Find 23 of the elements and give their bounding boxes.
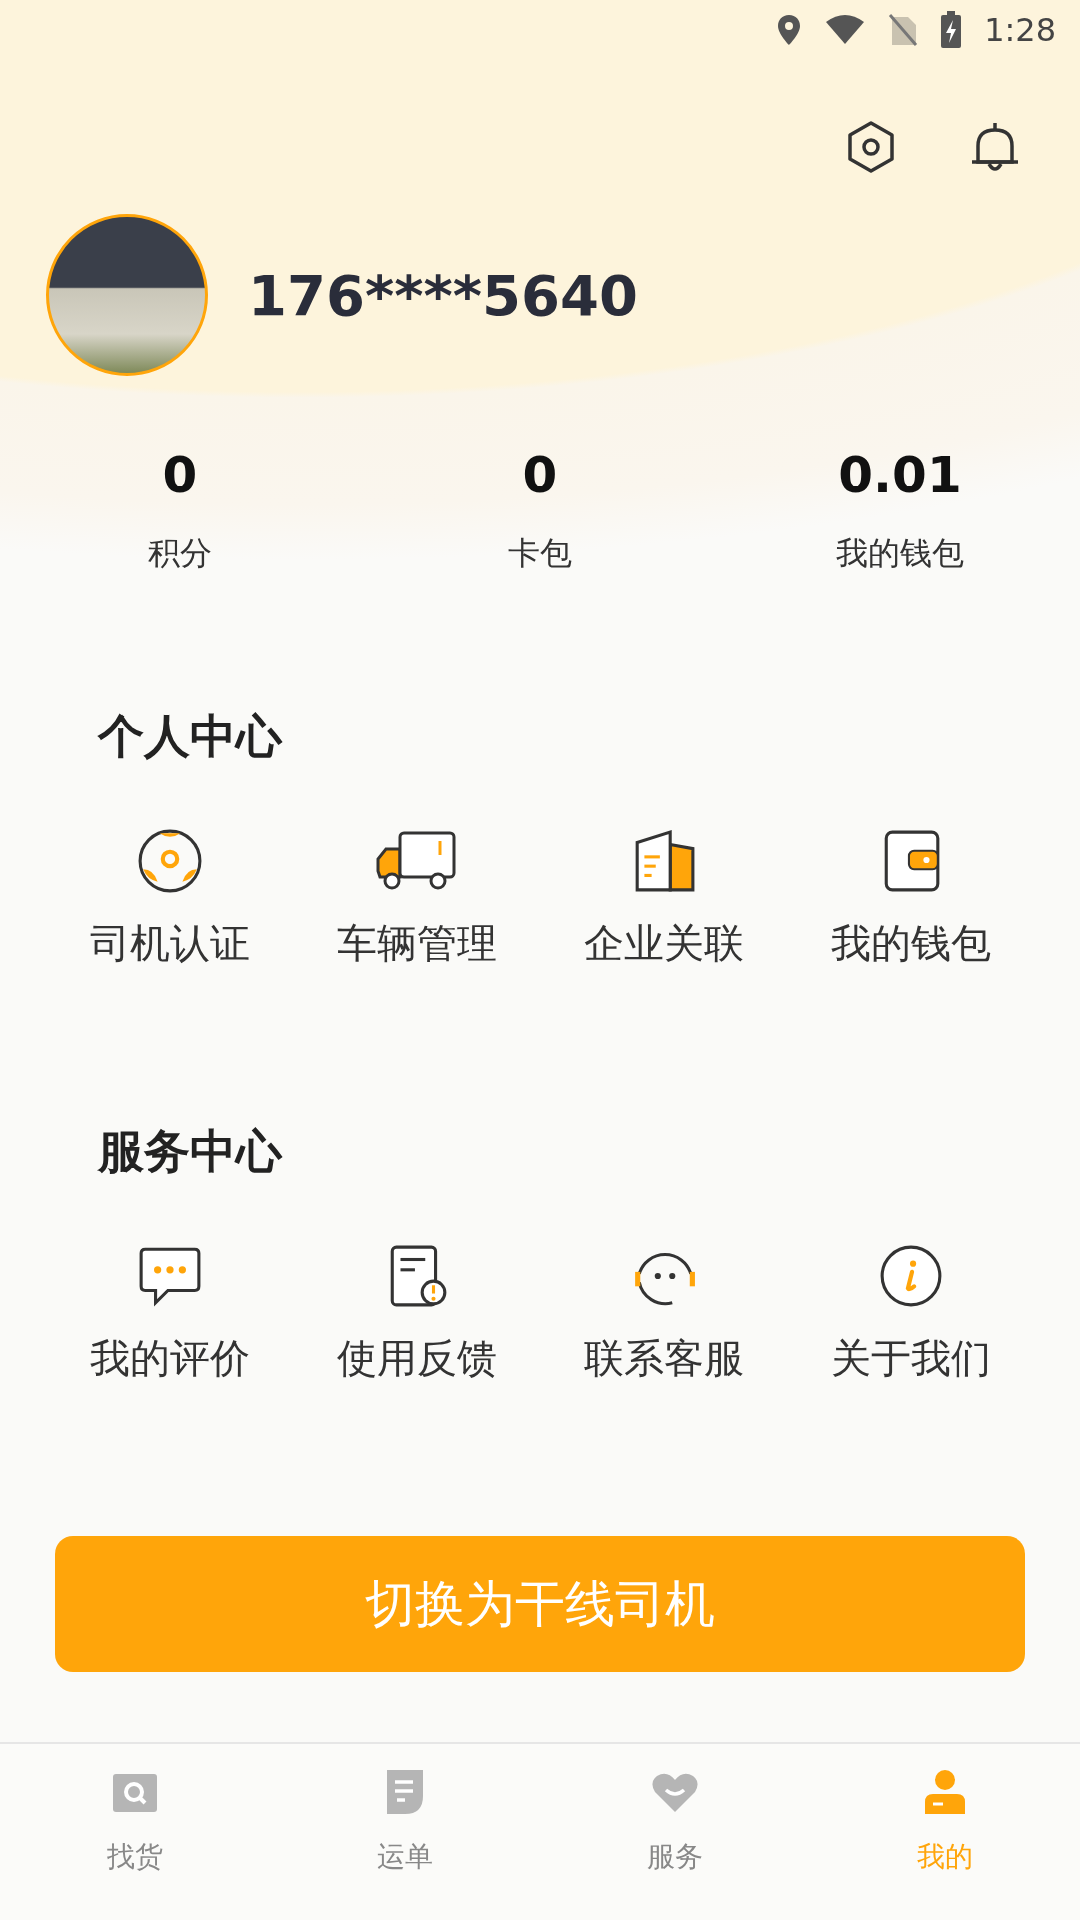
clock-time: 1:28 — [984, 11, 1056, 49]
battery-charging-icon — [940, 11, 963, 49]
menu-item[interactable]: 企业关联 — [540, 828, 787, 971]
steering-wheel-icon — [136, 828, 203, 894]
section-title: 服务中心 — [96, 1123, 284, 1180]
no-sim-icon — [888, 13, 919, 47]
wifi-icon — [824, 14, 867, 46]
stat-label: 卡包 — [508, 533, 572, 574]
location-icon — [776, 13, 803, 47]
menu-item[interactable]: 司机认证 — [46, 828, 293, 971]
stat-value: 0.01 — [838, 446, 962, 504]
stat-label: 积分 — [148, 533, 212, 574]
stat-value: 0 — [522, 446, 558, 504]
menu-item[interactable]: 联系客服 — [540, 1243, 787, 1386]
menu-item[interactable]: 使用反馈 — [293, 1243, 540, 1386]
menu-item[interactable]: 关于我们 — [787, 1243, 1034, 1386]
menu-item[interactable]: 车辆管理 — [293, 828, 540, 971]
stat-value: 0 — [162, 446, 198, 504]
menu-item[interactable]: 我的钱包 — [787, 828, 1034, 971]
menu-item[interactable]: 我的评价 — [46, 1243, 293, 1386]
stat-label: 我的钱包 — [836, 533, 964, 574]
phone-number: 176****5640 — [248, 262, 638, 328]
section-title: 个人中心 — [96, 708, 284, 765]
